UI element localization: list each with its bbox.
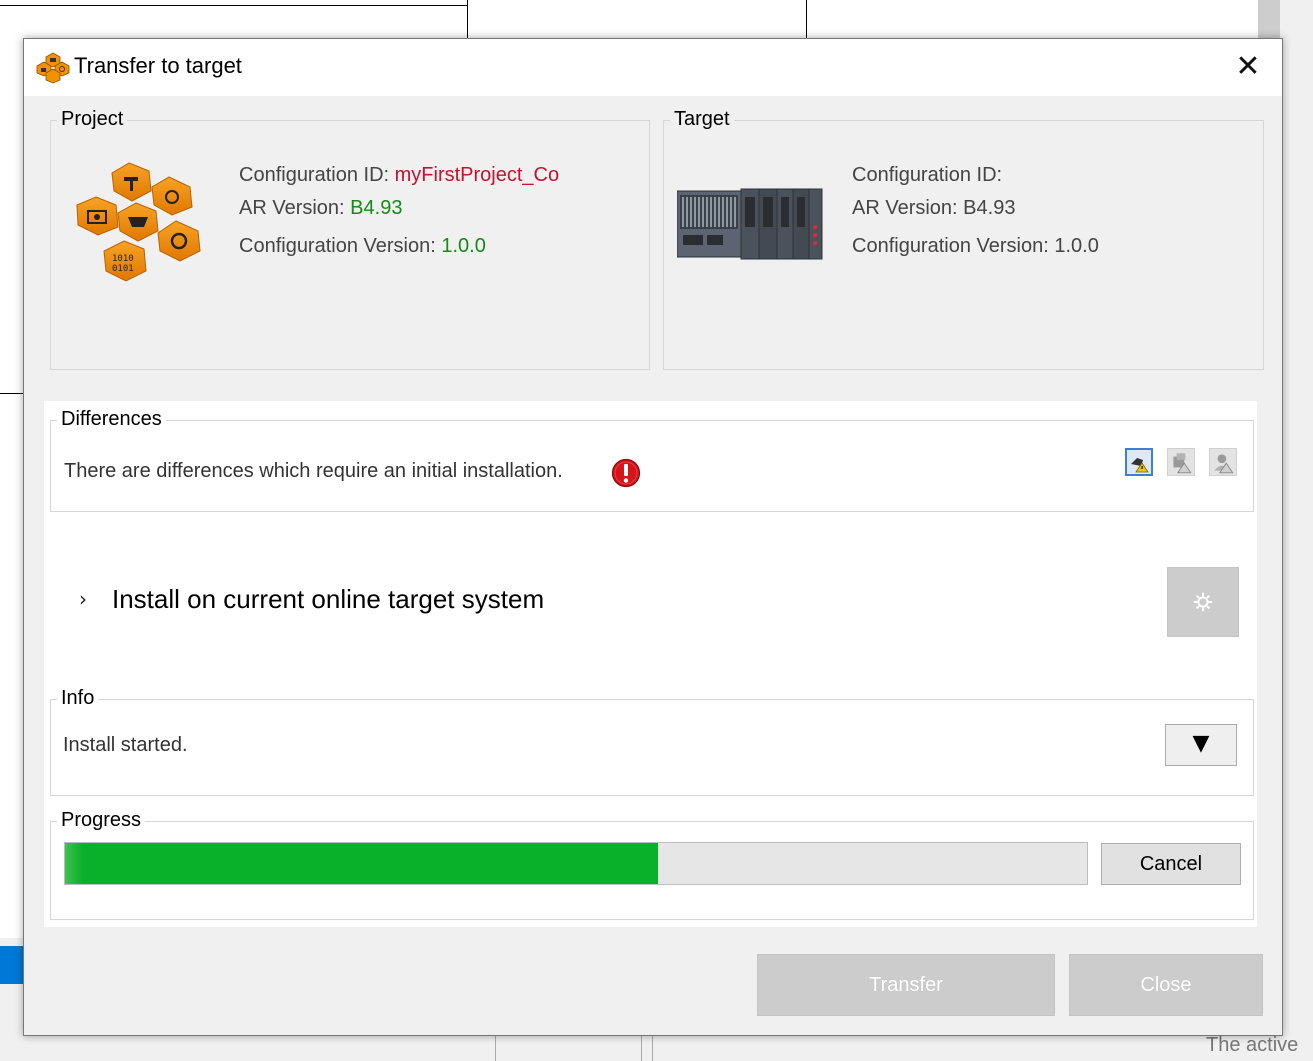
target-ar-version-label: AR Version: — [852, 197, 958, 219]
plc-hardware-icon — [677, 188, 823, 260]
error-icon — [611, 458, 641, 488]
info-group — [50, 699, 1254, 796]
project-group-label: Project — [57, 108, 128, 131]
bg-divider — [495, 1036, 496, 1061]
app-logo-icon — [36, 52, 70, 84]
close-button[interactable]: Close — [1069, 954, 1263, 1016]
info-expand-button[interactable]: ▼ — [1165, 724, 1237, 766]
software-warning-icon — [1173, 453, 1192, 474]
bg-grid-line — [0, 393, 23, 394]
automation-studio-logo-icon: 1010 0101 — [76, 162, 201, 282]
hardware-warning-icon — [1131, 458, 1149, 473]
bg-grid-line — [0, 5, 468, 6]
target-config-version-row: Configuration Version: 1.0.0 — [852, 235, 1099, 258]
bg-divider — [652, 1036, 653, 1061]
project-config-id-value: myFirstProject_Co — [394, 164, 560, 186]
svg-text:0101: 0101 — [112, 264, 134, 274]
target-group-label: Target — [670, 108, 734, 131]
project-ar-version-label: AR Version: — [239, 197, 345, 219]
project-config-version-value: 1.0.0 — [441, 235, 486, 257]
target-config-id-row: Configuration ID: — [852, 164, 1002, 187]
cancel-button[interactable]: Cancel — [1101, 843, 1241, 885]
differences-message: There are differences which require an i… — [64, 460, 563, 482]
chevron-right-icon[interactable]: › — [79, 587, 87, 611]
gear-icon — [1193, 592, 1213, 612]
project-config-id-row: Configuration ID: myFirstProject_Co — [239, 164, 579, 187]
title-bar[interactable]: Transfer to target ✕ — [24, 39, 1282, 96]
progress-bar — [64, 842, 1088, 885]
hardware-warning-button[interactable] — [1125, 448, 1153, 476]
install-target-label[interactable]: Install on current online target system — [112, 584, 544, 615]
bg-grid-line — [806, 0, 807, 38]
target-config-id-label: Configuration ID: — [852, 164, 1003, 186]
info-message: Install started. — [63, 734, 188, 756]
target-config-version-value: 1.0.0 — [1054, 235, 1099, 257]
software-warning-button[interactable] — [1167, 448, 1195, 476]
project-ar-version-row: AR Version: B4.93 — [239, 197, 402, 220]
transfer-button[interactable]: Transfer — [757, 954, 1055, 1016]
user-warning-button[interactable] — [1209, 448, 1237, 476]
project-config-version-label: Configuration Version: — [239, 235, 436, 257]
project-ar-version-value: B4.93 — [350, 197, 403, 219]
triangle-down-icon: ▼ — [1192, 731, 1210, 756]
user-warning-icon — [1214, 454, 1234, 474]
target-config-version-label: Configuration Version: — [852, 235, 1049, 257]
bg-scrollbar-track — [1280, 0, 1313, 940]
bg-blue-tab[interactable] — [0, 946, 24, 984]
bg-status-text: The active — [1206, 1034, 1299, 1056]
bg-grid-line — [467, 0, 468, 38]
transfer-dialog: Transfer to target ✕ Project 1010 0101 C… — [23, 38, 1283, 1036]
info-group-label: Info — [57, 687, 99, 710]
bg-divider — [641, 1036, 642, 1061]
differences-group-label: Differences — [57, 408, 166, 431]
close-icon[interactable]: ✕ — [1232, 51, 1264, 83]
target-ar-version-value: B4.93 — [963, 197, 1016, 219]
project-config-version-row: Configuration Version: 1.0.0 — [239, 235, 486, 258]
progress-bar-fill — [65, 843, 658, 884]
progress-group-label: Progress — [57, 809, 146, 832]
project-config-id-label: Configuration ID: — [239, 164, 390, 186]
svg-text:1010: 1010 — [112, 254, 134, 264]
dialog-title: Transfer to target — [74, 53, 242, 78]
target-ar-version-row: AR Version: B4.93 — [852, 197, 1015, 220]
install-settings-button[interactable] — [1167, 567, 1239, 637]
